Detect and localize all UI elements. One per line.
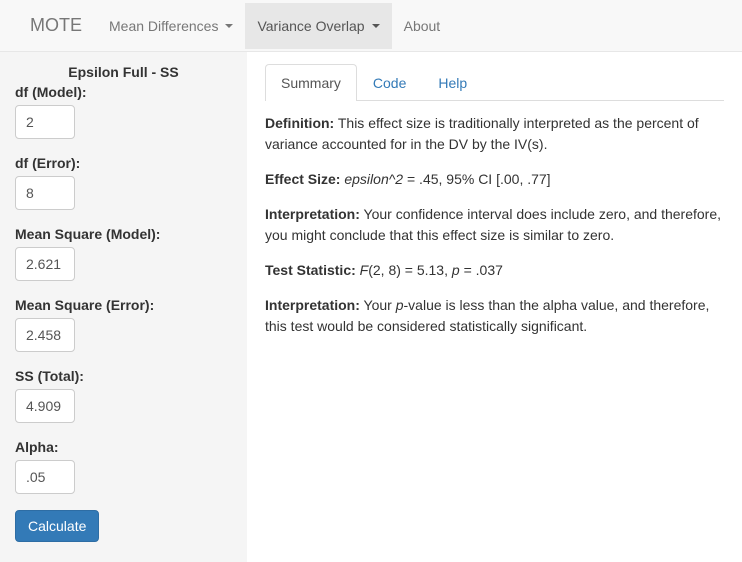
teststat-p: p: [452, 262, 460, 278]
effectsize-row: Effect Size: epsilon^2 = .45, 95% CI [.0…: [265, 169, 724, 190]
navbar-brand[interactable]: MOTE: [15, 0, 97, 51]
interpretation1-row: Interpretation: Your confidence interval…: [265, 204, 724, 246]
interpretation2-row: Interpretation: Your p-value is less tha…: [265, 295, 724, 337]
input-ms-error[interactable]: [15, 318, 75, 352]
calculate-button[interactable]: Calculate: [15, 510, 99, 542]
input-alpha[interactable]: [15, 460, 75, 494]
nav-about[interactable]: About: [392, 3, 453, 49]
interpretation2-p: p: [396, 297, 404, 313]
teststat-rest: = .037: [460, 262, 503, 278]
label-alpha: Alpha:: [15, 439, 232, 455]
nav-label: Mean Differences: [109, 18, 218, 34]
interpretation2-label: Interpretation:: [265, 297, 360, 313]
effectsize-stat: epsilon^2: [344, 171, 403, 187]
teststat-mid: (2, 8) = 5.13,: [368, 262, 452, 278]
sidebar-title: Epsilon Full - SS: [15, 64, 232, 80]
definition-label: Definition:: [265, 115, 334, 131]
input-df-error[interactable]: [15, 176, 75, 210]
label-ms-model: Mean Square (Model):: [15, 226, 232, 242]
input-ss-total[interactable]: [15, 389, 75, 423]
effectsize-label: Effect Size:: [265, 171, 340, 187]
input-df-model[interactable]: [15, 105, 75, 139]
nav-label: Variance Overlap: [257, 18, 364, 34]
tab-code[interactable]: Code: [357, 64, 422, 101]
nav-label: About: [404, 18, 441, 34]
definition-row: Definition: This effect size is traditio…: [265, 113, 724, 155]
chevron-down-icon: [225, 24, 233, 28]
label-df-model: df (Model):: [15, 84, 232, 100]
nav-mean-differences[interactable]: Mean Differences: [97, 3, 245, 49]
label-df-error: df (Error):: [15, 155, 232, 171]
teststat-label: Test Statistic:: [265, 262, 356, 278]
nav-variance-overlap[interactable]: Variance Overlap: [245, 3, 391, 49]
sidebar: Epsilon Full - SS df (Model): df (Error)…: [0, 52, 247, 562]
chevron-down-icon: [372, 24, 380, 28]
tab-help[interactable]: Help: [422, 64, 483, 101]
main-panel: Summary Code Help Definition: This effec…: [247, 52, 742, 562]
interpretation2-pre: Your: [360, 297, 396, 313]
input-ms-model[interactable]: [15, 247, 75, 281]
tab-summary[interactable]: Summary: [265, 64, 357, 101]
effectsize-rest: = .45, 95% CI [.00, .77]: [403, 171, 550, 187]
teststat-F: F: [360, 262, 369, 278]
teststat-row: Test Statistic: F(2, 8) = 5.13, p = .037: [265, 260, 724, 281]
tabs: Summary Code Help: [265, 64, 724, 101]
label-ss-total: SS (Total):: [15, 368, 232, 384]
navbar: MOTE Mean Differences Variance Overlap A…: [0, 0, 742, 52]
label-ms-error: Mean Square (Error):: [15, 297, 232, 313]
interpretation1-label: Interpretation:: [265, 206, 360, 222]
summary-content: Definition: This effect size is traditio…: [265, 113, 724, 337]
